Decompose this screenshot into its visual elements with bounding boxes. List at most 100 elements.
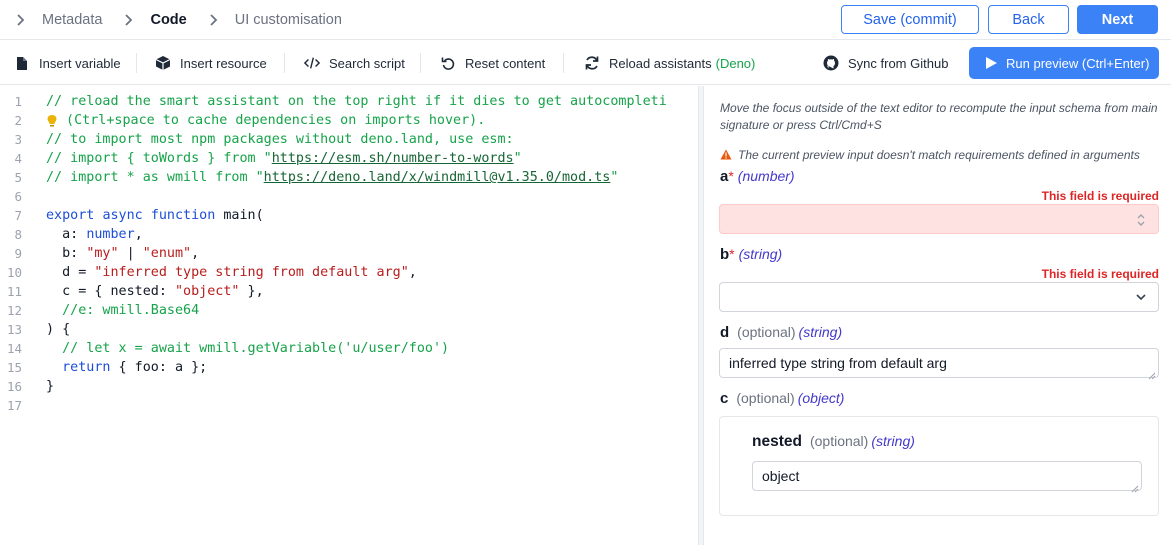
code-line-15: return { foo: a }; (46, 358, 698, 377)
code-text: main( (215, 208, 264, 223)
breadcrumb-label: Metadata (42, 12, 103, 28)
code-string: "object" (175, 284, 240, 299)
code-text: b: (46, 246, 87, 261)
field-name: d (720, 324, 730, 341)
chevron-right-icon (122, 13, 136, 27)
reload-assistants-button[interactable]: Reload assistants (Deno) (584, 41, 755, 85)
code-text: , (191, 246, 200, 261)
reset-content-button[interactable]: Reset content (440, 41, 545, 85)
breadcrumb-metadata[interactable]: Metadata (14, 12, 102, 28)
code-line-4: // import { toWords } from "https://esm.… (46, 149, 698, 168)
code-type: number (86, 227, 135, 242)
chevron-down-icon (1134, 290, 1148, 304)
field-name: b (720, 246, 730, 263)
code-string: "my" (86, 246, 119, 261)
number-spinner-icon[interactable] (1134, 212, 1148, 226)
code-comment: // reload the smart assistant on the top… (46, 94, 667, 109)
line-number: 17 (6, 398, 22, 413)
insert-variable-button[interactable]: Insert variable (14, 41, 121, 85)
search-script-button[interactable]: Search script (304, 41, 405, 85)
field-type: (string) (798, 324, 843, 340)
line-number: 12 (6, 303, 22, 318)
field-a-number-input[interactable] (719, 204, 1159, 234)
optional-tag: (optional) (809, 433, 869, 449)
code-line-2: (Ctrl+space to cache dependencies on imp… (46, 111, 698, 130)
reset-content-label: Reset content (465, 55, 546, 71)
breadcrumb-label: Code (150, 12, 187, 28)
field-name: c (720, 390, 729, 407)
toolbar-divider (563, 53, 564, 73)
optional-tag: (optional) (736, 390, 795, 406)
field-b-enum-select[interactable] (719, 282, 1159, 312)
line-number: 15 (6, 360, 22, 375)
code-keyword: return (62, 360, 111, 375)
code-text: } (46, 379, 55, 394)
toolbar-divider (136, 53, 137, 73)
code-line-7: export async function main( (46, 206, 698, 225)
refresh-icon (584, 55, 600, 71)
code-line-14: // let x = await wmill.getVariable('u/us… (46, 339, 698, 358)
field-b-label: b* (string) (720, 246, 782, 263)
breadcrumb-code[interactable]: Code (122, 12, 187, 28)
code-text: d = (46, 265, 95, 280)
search-script-label: Search script (329, 55, 405, 71)
resize-grip-icon[interactable] (1131, 480, 1139, 493)
nested-field-label: nested (optional) (string) (752, 433, 915, 451)
resize-grip-icon[interactable] (1148, 367, 1156, 380)
code-text: , (134, 227, 143, 242)
field-type: (object) (797, 390, 845, 406)
code-link[interactable]: https://esm.sh/number-to-words (272, 151, 514, 166)
run-preview-button[interactable]: Run preview (Ctrl+Enter) (969, 47, 1159, 79)
line-number: 3 (14, 132, 22, 147)
code-comment: // to import most npm packages without d… (46, 132, 514, 147)
run-preview-label: Run preview (Ctrl+Enter) (1006, 55, 1150, 71)
lightbulb-icon[interactable] (46, 111, 60, 130)
line-number: 11 (6, 284, 22, 299)
code-line-13: ) { (46, 320, 698, 339)
save-commit-button[interactable]: Save (commit) (841, 5, 979, 34)
next-button[interactable]: Next (1077, 5, 1158, 34)
sync-github-button[interactable]: Sync from Github (823, 41, 948, 85)
code-text: ) { (46, 322, 71, 337)
field-c-object-box: nested (optional) (string) object (719, 416, 1159, 516)
insert-resource-button[interactable]: Insert resource (155, 41, 267, 85)
cube-icon (155, 55, 171, 71)
toolbar-divider (420, 53, 421, 73)
toolbar-divider (284, 53, 285, 73)
field-b-required-error: This field is required (1041, 267, 1159, 281)
line-number: 14 (6, 341, 22, 356)
code-comment: // import * as wmill from " (46, 170, 264, 185)
runtime-label: (Deno) (715, 55, 756, 71)
code-text: c = { nested: (46, 284, 175, 299)
insert-resource-label: Insert resource (180, 55, 267, 71)
code-editor[interactable]: 1 2 3 4 5 6 7 8 9 10 11 12 13 14 15 16 1… (0, 86, 698, 545)
line-number: 6 (14, 189, 22, 204)
nested-value: object (762, 468, 800, 484)
undo-icon (440, 55, 456, 71)
code-link[interactable]: https://deno.land/x/windmill@v1.35.0/mod… (264, 170, 611, 185)
code-string: "inferred type string from default arg" (94, 265, 409, 280)
back-button[interactable]: Back (988, 5, 1069, 34)
chevron-right-icon (207, 13, 221, 27)
required-star: * (729, 246, 735, 262)
file-icon (14, 55, 30, 71)
code-text: , (408, 265, 417, 280)
top-bar: Metadata Code UI customisation Save (com… (0, 0, 1171, 40)
nested-text-input[interactable]: object (752, 461, 1142, 493)
github-icon (823, 55, 839, 71)
code-text: }, (239, 284, 264, 299)
field-d-text-input[interactable]: inferred type string from default arg (719, 348, 1159, 380)
field-type: (string) (871, 433, 915, 449)
breadcrumb-label: UI customisation (234, 12, 342, 28)
code-line-16: } (46, 377, 698, 396)
reload-assistants-label: Reload assistants (609, 55, 712, 71)
code-line-1: // reload the smart assistant on the top… (46, 92, 698, 111)
code-keyword: function (150, 208, 216, 223)
code-text: { foo: a }; (110, 360, 208, 375)
code-line-5: // import * as wmill from "https://deno.… (46, 168, 698, 187)
line-number: 16 (6, 379, 22, 394)
code-content[interactable]: // reload the smart assistant on the top… (46, 92, 698, 415)
code-text: a: (46, 227, 87, 242)
breadcrumb-ui-customisation[interactable]: UI customisation (207, 12, 342, 28)
